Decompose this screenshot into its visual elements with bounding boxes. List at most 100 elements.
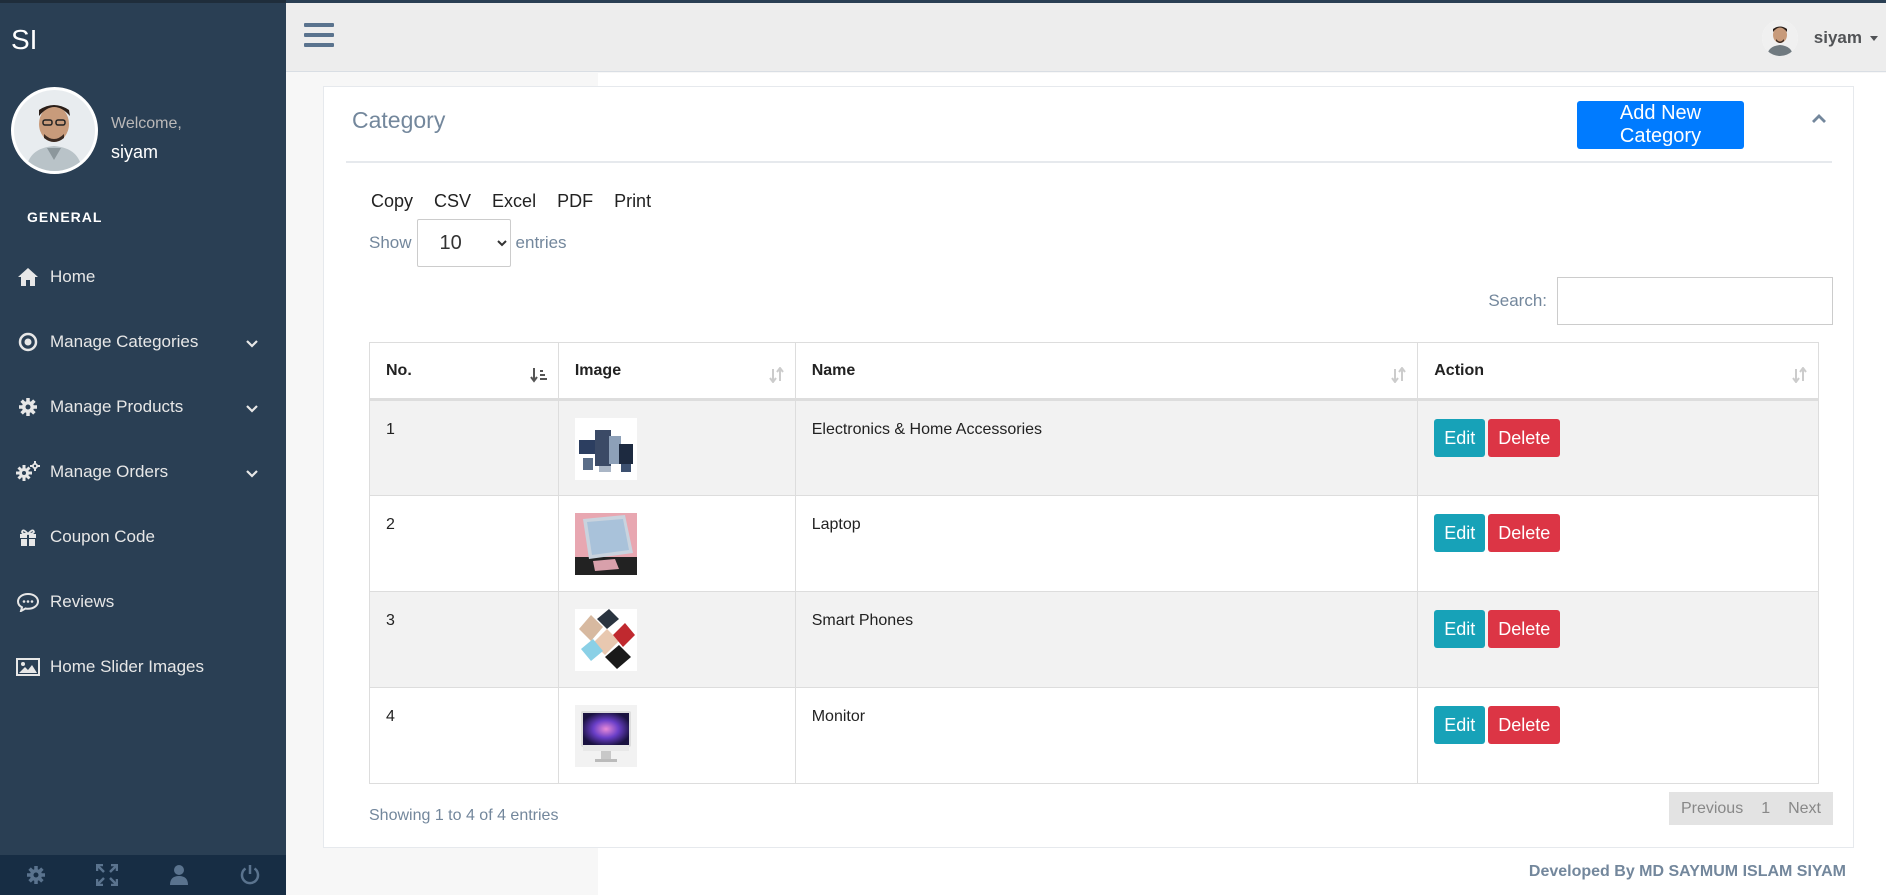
cell-actions: Edit Delete — [1417, 591, 1819, 688]
pagination-next-button[interactable]: Next — [1776, 792, 1833, 825]
top-navbar: siyam — [286, 0, 1886, 72]
column-header-no[interactable]: No. — [369, 342, 559, 401]
export-excel-button[interactable]: Excel — [492, 191, 536, 212]
sidebar-item-label: Reviews — [50, 591, 115, 611]
cell-image — [557, 687, 796, 784]
smartphones-thumbnail — [574, 609, 637, 671]
export-csv-button[interactable]: CSV — [434, 191, 471, 212]
export-pdf-button[interactable]: PDF — [557, 191, 593, 212]
sidebar-footer — [0, 855, 286, 895]
edit-button[interactable]: Edit — [1434, 610, 1486, 648]
sidebar-item-manage-orders[interactable]: Manage Orders — [0, 439, 286, 504]
topnav-username: siyam — [1813, 28, 1862, 47]
cell-actions: Edit Delete — [1417, 687, 1819, 784]
power-icon[interactable] — [215, 855, 287, 895]
settings-icon[interactable] — [0, 855, 72, 895]
avatar — [1761, 20, 1798, 56]
sidebar-item-manage-products[interactable]: Manage Products — [0, 374, 286, 439]
table-row: 1 Electronics & Home Accessories Edit De… — [369, 399, 1819, 496]
cell-name: Electronics & Home Accessories — [794, 399, 1419, 496]
chevron-down-icon — [246, 463, 258, 483]
user-icon[interactable] — [143, 855, 215, 895]
column-header-name[interactable]: Name — [794, 342, 1419, 401]
delete-button[interactable]: Delete — [1488, 419, 1561, 457]
avatar — [11, 87, 98, 174]
cell-no: 1 — [369, 399, 559, 496]
cell-name: Monitor — [794, 687, 1419, 784]
cell-name: Laptop — [794, 495, 1419, 592]
sort-both-icon — [768, 366, 785, 388]
column-header-label: Name — [811, 361, 856, 379]
pagination: Previous 1 Next — [1668, 792, 1833, 825]
sidebar-item-home[interactable]: Home — [0, 244, 286, 309]
column-header-label: Action — [1434, 361, 1485, 379]
search-input[interactable] — [1557, 277, 1833, 325]
chevron-down-icon — [246, 398, 258, 418]
sidebar-item-label: Home — [50, 266, 96, 286]
image-icon — [16, 655, 40, 679]
person-photo-icon — [1761, 20, 1798, 56]
cell-no: 4 — [369, 687, 559, 784]
search-label: Search: — [1488, 291, 1547, 310]
column-header-label: No. — [386, 361, 412, 379]
export-copy-button[interactable]: Copy — [371, 191, 413, 212]
sidebar-item-home-slider-images[interactable]: Home Slider Images — [0, 634, 286, 699]
page-length-control: Show 10 entries — [369, 219, 567, 267]
sidebar-item-label: Home Slider Images — [50, 656, 205, 676]
person-photo-icon — [14, 90, 95, 171]
comment-icon — [16, 590, 40, 614]
footer-credit: Developed By MD SAYMUM ISLAM SIYAM — [1528, 863, 1846, 880]
electronics-thumbnail — [574, 418, 637, 480]
monitor-thumbnail — [574, 705, 637, 767]
fullscreen-icon[interactable] — [72, 855, 144, 895]
delete-button[interactable]: Delete — [1488, 514, 1561, 552]
edit-button[interactable]: Edit — [1434, 706, 1486, 744]
collapse-panel-icon[interactable] — [1811, 111, 1827, 129]
cell-name: Smart Phones — [794, 591, 1419, 688]
add-new-category-button[interactable]: Add New Category — [1577, 101, 1744, 149]
table-row: 2 Laptop Edit Delete — [369, 495, 1819, 592]
column-header-action[interactable]: Action — [1417, 342, 1819, 401]
sidebar-top-strip — [0, 0, 286, 3]
cell-no: 2 — [369, 495, 559, 592]
top-strip — [286, 0, 1886, 3]
delete-button[interactable]: Delete — [1488, 706, 1561, 744]
pagination-page-button[interactable]: 1 — [1755, 792, 1776, 825]
table-search: Search: — [1488, 277, 1833, 325]
page-title: Category — [352, 107, 446, 133]
sidebar-item-label: Manage Orders — [50, 461, 169, 481]
target-icon — [16, 330, 40, 354]
table-info: Showing 1 to 4 of 4 entries — [369, 807, 559, 824]
sidebar-item-label: Coupon Code — [50, 526, 155, 546]
sidebar-nav: Home Manage Categories Manage Products M… — [0, 244, 286, 699]
page-length-select[interactable]: 10 — [416, 219, 511, 267]
cell-image — [557, 591, 796, 688]
sidebar-item-reviews[interactable]: Reviews — [0, 569, 286, 634]
pagination-previous-button[interactable]: Previous — [1669, 792, 1755, 825]
cell-image — [557, 495, 796, 592]
table-row: 3 Smart Phones Edit Delete — [369, 591, 1819, 688]
sort-ascending-icon — [530, 367, 548, 388]
edit-button[interactable]: Edit — [1434, 419, 1486, 457]
gift-icon — [16, 525, 40, 549]
user-profile-dropdown[interactable]: siyam — [1761, 20, 1878, 56]
profile-username: siyam — [111, 142, 159, 162]
laptop-thumbnail — [574, 513, 637, 575]
show-label: Show — [369, 233, 412, 252]
column-header-image[interactable]: Image — [557, 342, 796, 401]
edit-button[interactable]: Edit — [1434, 514, 1486, 552]
sidebar-item-coupon-code[interactable]: Coupon Code — [0, 504, 286, 569]
sidebar-item-manage-categories[interactable]: Manage Categories — [0, 309, 286, 374]
column-header-label: Image — [574, 361, 622, 379]
category-table: No. Image Name Action 1 Electronics & Ho… — [369, 342, 1819, 784]
sidebar-item-label: Manage Products — [50, 396, 184, 416]
cell-image — [557, 399, 796, 496]
caret-down-icon — [1870, 35, 1878, 41]
export-buttons: Copy CSV Excel PDF Print — [371, 191, 672, 212]
brand-logo[interactable]: SI — [11, 24, 37, 56]
table-header-row: No. Image Name Action — [369, 342, 1819, 401]
menu-toggle-icon[interactable] — [304, 22, 334, 53]
delete-button[interactable]: Delete — [1488, 610, 1561, 648]
category-panel: Category Add New Category Copy CSV Excel… — [323, 86, 1854, 848]
export-print-button[interactable]: Print — [614, 191, 651, 212]
